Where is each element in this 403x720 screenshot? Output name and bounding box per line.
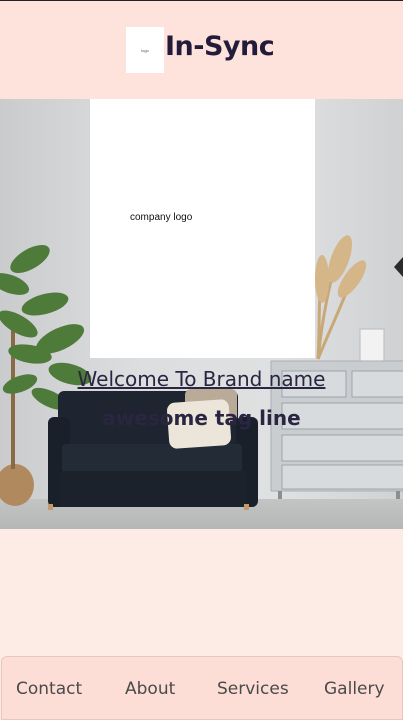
company-logo-box: company logo [90, 99, 315, 358]
bottom-navigation: Contact About Services Gallery [1, 656, 403, 720]
brand-title[interactable]: In-Sync [165, 31, 275, 62]
welcome-link[interactable]: Welcome To Brand name [0, 367, 403, 391]
company-logo-text: company logo [130, 212, 193, 223]
hero-banner: company logo Welcome To Brand name aweso… [0, 99, 403, 529]
nav-contact[interactable]: Contact [16, 679, 82, 699]
nav-gallery[interactable]: Gallery [324, 679, 385, 699]
header: logo In-Sync [0, 1, 403, 99]
picture-frame [359, 328, 385, 362]
plant-pot [0, 464, 34, 506]
pampas-plumes [315, 235, 367, 303]
floor-lamp [394, 257, 403, 277]
nav-about[interactable]: About [125, 679, 175, 699]
header-logo-image[interactable]: logo [126, 27, 164, 73]
tagline: awesome tag line [102, 406, 301, 430]
header-logo-placeholder-text: logo [141, 47, 149, 53]
nav-services[interactable]: Services [217, 679, 289, 699]
